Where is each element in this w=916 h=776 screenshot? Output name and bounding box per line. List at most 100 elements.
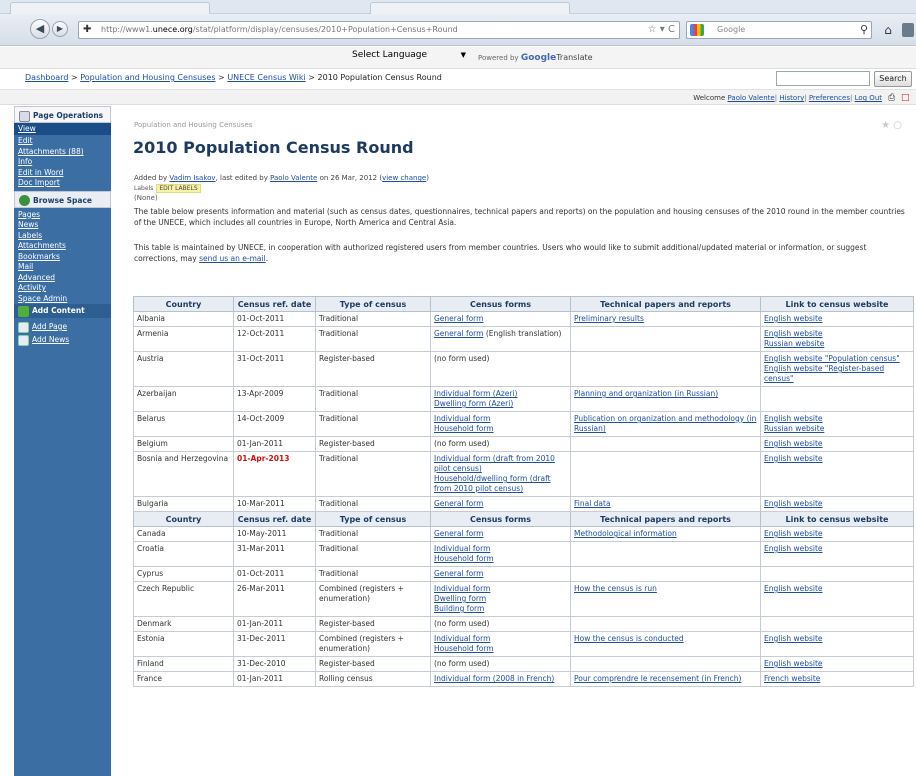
census-website-link[interactable]: English website [764, 544, 910, 554]
sidebar-item-activity[interactable]: Activity [14, 283, 111, 294]
census-form-link[interactable]: Dwelling form [434, 594, 567, 604]
census-form-link[interactable]: General form [434, 314, 567, 324]
print-icon[interactable]: ⎙ [888, 93, 898, 103]
reload-icon[interactable]: C [668, 24, 675, 35]
census-form-link[interactable]: Building form [434, 604, 567, 614]
breadcrumb-link[interactable]: UNECE Census Wiki [227, 73, 305, 82]
breadcrumb-link[interactable]: Dashboard [25, 73, 68, 82]
census-website-link[interactable]: English website [764, 329, 910, 339]
search-icon[interactable]: ⚲ [860, 23, 868, 36]
census-form-link[interactable]: Individual form [434, 414, 567, 424]
favourite-star-icon[interactable]: ★ [881, 120, 890, 131]
sidebar-item-attachments[interactable]: Attachments [14, 241, 111, 252]
census-form-link[interactable]: Individual form (Azeri) [434, 389, 567, 399]
technical-paper-link[interactable]: How the census is conducted [574, 634, 757, 644]
browse-space-header[interactable]: Browse Space [14, 190, 111, 208]
sidebar-item-news[interactable]: News [14, 220, 111, 231]
sidebar-item-pages[interactable]: Pages [14, 210, 111, 221]
google-icon[interactable] [690, 24, 704, 36]
watch-icon[interactable]: ○ [893, 120, 902, 131]
technical-paper-link[interactable]: How the census is run [574, 584, 757, 594]
sidebar-item-view[interactable]: View [14, 123, 111, 135]
sidebar-item-labels[interactable]: Labels [14, 231, 111, 242]
census-website-link[interactable]: English website "Population census" [764, 354, 910, 364]
technical-paper-link[interactable]: Publication on organization and methodol… [574, 414, 757, 434]
technical-paper-link[interactable]: Pour comprendre le recensement (in Frenc… [574, 674, 757, 684]
site-search-input[interactable] [776, 71, 870, 86]
census-type-cell: Register-based [315, 656, 431, 672]
sidebar-item-add-news[interactable]: Add News [14, 333, 111, 346]
user-name-link[interactable]: Paolo Valente [728, 94, 775, 102]
census-type-cell: Register-based [315, 436, 431, 452]
search-engine-box[interactable]: Google ⚲ [686, 21, 872, 39]
search-button[interactable]: Search [874, 71, 912, 87]
census-type-cell: Traditional [315, 326, 431, 352]
census-form-link[interactable]: General form [434, 569, 567, 579]
census-website-link[interactable]: English website [764, 314, 910, 324]
census-type-cell: Combined (registers + enumeration) [315, 581, 431, 617]
sidebar-item-doc-import[interactable]: Doc Import [14, 178, 111, 189]
census-form-link[interactable]: Individual form [434, 544, 567, 554]
sidebar-item-info[interactable]: Info [14, 157, 111, 168]
site-identity-icon[interactable]: ✚ [83, 24, 95, 36]
census-website-link[interactable]: Russian website [764, 424, 910, 434]
census-form-link[interactable]: Individual form (2008 in French) [434, 674, 567, 684]
page-favourite-icons[interactable]: ★ ○ [881, 120, 902, 131]
census-website-link[interactable]: English website [764, 659, 910, 669]
technical-paper-link[interactable]: Planning and organization (in Russian) [574, 389, 757, 399]
browser-tab[interactable] [370, 2, 570, 14]
browser-tab[interactable] [10, 2, 210, 14]
technical-paper-link[interactable]: Methodological information [574, 529, 757, 539]
sidebar-item-attachments-88[interactable]: Attachments (88) [14, 147, 111, 158]
sidebar-item-bookmarks[interactable]: Bookmarks [14, 252, 111, 263]
census-form-link[interactable]: Individual form [434, 634, 567, 644]
breadcrumb-link[interactable]: Population and Housing Censuses [80, 73, 215, 82]
sidebar-item-edit-in-word[interactable]: Edit in Word [14, 168, 111, 179]
census-website-link[interactable]: English website [764, 439, 910, 449]
edit-labels-button[interactable]: EDIT LABELS [156, 184, 201, 193]
address-bar[interactable]: ✚ http://www1.unece.org/stat/platform/di… [78, 21, 680, 39]
history-link[interactable]: History [779, 94, 804, 102]
census-website-link[interactable]: English website [764, 584, 910, 594]
logout-link[interactable]: Log Out [855, 94, 882, 102]
language-select[interactable]: Select Language ▼ [352, 50, 468, 65]
census-form-link[interactable]: Individual form (draft from 2010 pilot c… [434, 454, 567, 474]
census-form-link[interactable]: General form [434, 529, 567, 539]
editor-link[interactable]: Paolo Valente [270, 174, 317, 182]
url-tools[interactable]: ☆ ▾ C [648, 24, 675, 35]
census-website-link[interactable]: English website [764, 529, 910, 539]
sidebar-item-space-admin[interactable]: Space Admin [14, 294, 111, 305]
bookmark-star-icon[interactable]: ☆ [648, 24, 657, 35]
toolbar-overflow-button[interactable] [902, 23, 914, 37]
census-form-link[interactable]: Individual form [434, 584, 567, 594]
census-form-link[interactable]: General form [434, 499, 567, 509]
preferences-link[interactable]: Preferences [809, 94, 850, 102]
sidebar-item-edit[interactable]: Edit [14, 136, 111, 147]
sidebar-item-mail[interactable]: Mail [14, 262, 111, 273]
view-change-link[interactable]: view change [382, 174, 426, 182]
sidebar-item-add-page[interactable]: Add Page [14, 320, 111, 333]
pdf-export-icon[interactable]: □ [901, 93, 911, 103]
census-form-link[interactable]: Dwelling form (Azeri) [434, 399, 567, 409]
technical-paper-link[interactable]: Final data [574, 499, 757, 509]
census-form-link[interactable]: General form [434, 329, 483, 338]
census-form-link[interactable]: Household form [434, 644, 567, 654]
census-form-link[interactable]: Household form [434, 424, 567, 434]
census-website-link[interactable]: English website [764, 414, 910, 424]
author-link[interactable]: Vadim Isakov [169, 174, 215, 182]
census-website-link[interactable]: French website [764, 674, 910, 684]
technical-paper-cell: How the census is conducted [570, 631, 761, 657]
census-website-link[interactable]: Russian website [764, 339, 910, 349]
census-website-link[interactable]: English website [764, 499, 910, 509]
census-website-link[interactable]: English website [764, 454, 910, 464]
technical-paper-link[interactable]: Preliminary results [574, 314, 757, 324]
home-button[interactable]: ⌂ [878, 21, 898, 39]
back-button[interactable]: ◀ [30, 19, 50, 39]
send-email-link[interactable]: send us an e-mail [199, 254, 266, 263]
sidebar-item-advanced[interactable]: Advanced [14, 273, 111, 284]
census-website-link[interactable]: English website "Register-based census" [764, 364, 910, 384]
census-form-link[interactable]: Household form [434, 554, 567, 564]
census-website-link[interactable]: English website [764, 634, 910, 644]
census-form-link[interactable]: Household/dwelling form (draft from 2010… [434, 474, 567, 494]
forward-button[interactable]: ▶ [52, 21, 68, 37]
